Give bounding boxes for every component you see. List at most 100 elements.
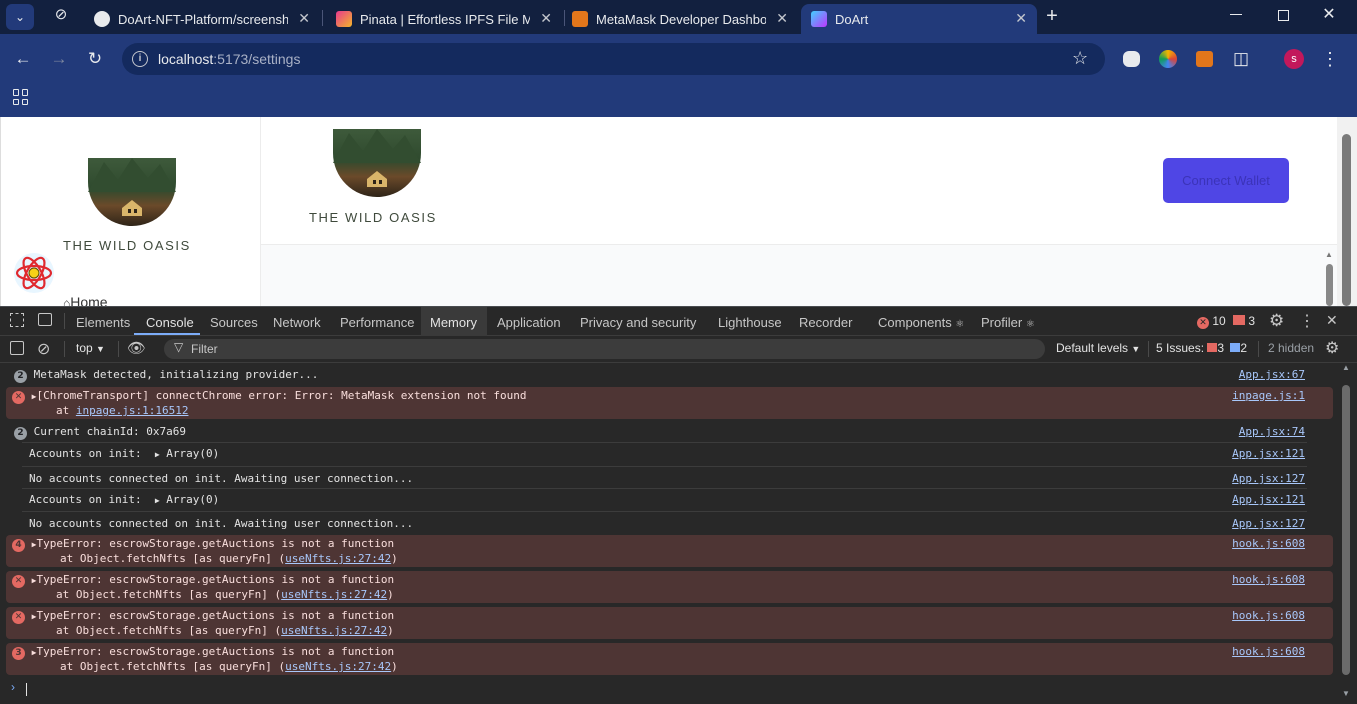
- tab-memory[interactable]: Memory: [430, 315, 477, 330]
- tab-recorder[interactable]: Recorder: [799, 315, 852, 330]
- forward-icon[interactable]: →: [49, 50, 69, 68]
- console-prompt-input[interactable]: ›: [0, 679, 1335, 699]
- close-tab-icon[interactable]: ✕: [298, 10, 310, 27]
- close-tab-icon[interactable]: ✕: [540, 10, 552, 27]
- device-toolbar-icon[interactable]: [38, 313, 52, 326]
- tab-components[interactable]: Components ⚛: [878, 315, 964, 330]
- scroll-thumb[interactable]: [1342, 134, 1351, 306]
- tab-sources[interactable]: Sources: [210, 315, 258, 330]
- console-scrollbar[interactable]: ▲ ▼: [1339, 363, 1353, 703]
- live-expression-eye-icon[interactable]: 👁: [127, 339, 146, 357]
- console-log-row[interactable]: 2 Current chainId: 0x7a69 App.jsx:74: [6, 423, 1333, 441]
- scroll-up-icon[interactable]: ▲: [1342, 363, 1350, 372]
- stack-trace-link[interactable]: useNfts.js:27:42: [281, 624, 387, 637]
- console-log-row[interactable]: No accounts connected on init. Awaiting …: [6, 515, 1333, 533]
- context-selector[interactable]: top ▼: [76, 341, 105, 355]
- console-error-row[interactable]: 3 ▶TypeError: escrowStorage.getAuctions …: [6, 643, 1333, 675]
- expand-triangle-icon[interactable]: ▶: [155, 450, 160, 459]
- inner-scrollbar[interactable]: ▲: [1322, 250, 1336, 306]
- divider: [1258, 341, 1259, 357]
- extension-colorful-icon[interactable]: [1159, 50, 1177, 68]
- settings-gear-icon[interactable]: ⚙: [1269, 311, 1284, 331]
- address-bar[interactable]: i localhost:5173/settings ☆: [122, 43, 1105, 75]
- tab-github[interactable]: DoArt-NFT-Platform/screenshot ✕: [84, 4, 320, 34]
- scroll-up-icon[interactable]: ▲: [1325, 250, 1333, 259]
- extension-discord-icon[interactable]: [1123, 51, 1140, 67]
- sync-icon[interactable]: ⊘: [52, 6, 70, 24]
- expand-triangle-icon[interactable]: ▶: [155, 496, 160, 505]
- minimize-button[interactable]: [1230, 14, 1242, 15]
- tab-pinata[interactable]: Pinata | Effortless IPFS File Mana ✕: [326, 4, 562, 34]
- scroll-down-icon[interactable]: ▼: [1342, 689, 1350, 698]
- close-tab-icon[interactable]: ✕: [776, 10, 788, 27]
- console-log-row[interactable]: No accounts connected on init. Awaiting …: [6, 470, 1333, 488]
- console-error-row[interactable]: 4 ▶TypeError: escrowStorage.getAuctions …: [6, 535, 1333, 567]
- console-filter-input[interactable]: ▽ Filter: [164, 339, 1045, 359]
- close-tab-icon[interactable]: ✕: [1015, 10, 1027, 27]
- issue-info-icon: [1230, 343, 1241, 352]
- source-link[interactable]: App.jsx:67: [1239, 368, 1305, 381]
- source-link[interactable]: App.jsx:121: [1232, 493, 1305, 506]
- row-divider: [22, 466, 1307, 467]
- console-settings-gear-icon[interactable]: ⚙: [1325, 338, 1339, 358]
- tab-privacy-security[interactable]: Privacy and security: [580, 315, 696, 330]
- console-error-row[interactable]: ✕ ▶TypeError: escrowStorage.getAuctions …: [6, 607, 1333, 639]
- error-counter[interactable]: ✕ 10 3: [1197, 314, 1255, 329]
- tab-lighthouse[interactable]: Lighthouse: [718, 315, 782, 330]
- reload-icon[interactable]: ↻: [85, 50, 105, 68]
- site-info-icon[interactable]: i: [132, 51, 148, 67]
- stack-trace-link[interactable]: useNfts.js:27:42: [285, 660, 391, 673]
- source-link[interactable]: App.jsx:121: [1232, 447, 1305, 460]
- chevron-down-icon: ⌄: [14, 10, 26, 24]
- source-link[interactable]: hook.js:608: [1232, 573, 1305, 586]
- tab-elements[interactable]: Elements: [76, 315, 130, 330]
- source-link[interactable]: hook.js:608: [1232, 645, 1305, 658]
- close-window-button[interactable]: ✕: [1320, 5, 1338, 25]
- stack-trace-link[interactable]: useNfts.js:27:42: [281, 588, 387, 601]
- stack-trace-link[interactable]: useNfts.js:27:42: [285, 552, 391, 565]
- new-tab-button[interactable]: +: [1042, 6, 1062, 26]
- log-levels-dropdown[interactable]: Default levels ▼: [1056, 341, 1140, 355]
- tab-console[interactable]: Console: [146, 315, 194, 330]
- sidebar-toggle-icon[interactable]: [10, 341, 24, 355]
- error-icon: ✕: [1197, 317, 1209, 329]
- console-error-row[interactable]: ✕ ▶TypeError: escrowStorage.getAuctions …: [6, 571, 1333, 603]
- source-link[interactable]: App.jsx:74: [1239, 425, 1305, 438]
- issues-counter[interactable]: 5 Issues: 3 2: [1156, 341, 1247, 355]
- console-log-row[interactable]: Accounts on init: ▶ Array(0) App.jsx:121: [6, 445, 1333, 465]
- connect-wallet-button[interactable]: Connect Wallet: [1163, 158, 1289, 203]
- tab-profiler[interactable]: Profiler ⚛: [981, 315, 1035, 330]
- close-devtools-icon[interactable]: ✕: [1326, 312, 1338, 329]
- tab-search-button[interactable]: ⌄: [6, 4, 34, 30]
- source-link[interactable]: hook.js:608: [1232, 609, 1305, 622]
- source-link[interactable]: App.jsx:127: [1232, 517, 1305, 530]
- profile-avatar[interactable]: s: [1284, 49, 1304, 69]
- page-scrollbar[interactable]: [1337, 117, 1357, 306]
- source-link[interactable]: App.jsx:127: [1232, 472, 1305, 485]
- back-icon[interactable]: ←: [13, 50, 33, 68]
- console-error-row[interactable]: ✕ ▶[ChromeTransport] connectChrome error…: [6, 387, 1333, 419]
- scroll-thumb[interactable]: [1326, 264, 1333, 306]
- extensions-puzzle-icon[interactable]: ◫: [1231, 49, 1251, 69]
- tab-doart[interactable]: DoArt ✕: [801, 4, 1037, 34]
- react-devtools-floating-icon[interactable]: [14, 253, 54, 293]
- clear-console-icon[interactable]: ⊘: [37, 339, 50, 359]
- bookmark-star-icon[interactable]: ☆: [1072, 48, 1088, 69]
- extension-metamask-icon[interactable]: [1196, 51, 1213, 67]
- console-log-row[interactable]: Accounts on init: ▶ Array(0) App.jsx:121: [6, 491, 1333, 511]
- maximize-button[interactable]: [1278, 10, 1289, 21]
- source-link[interactable]: hook.js:608: [1232, 537, 1305, 550]
- inspect-element-icon[interactable]: [10, 313, 24, 327]
- devtools-menu-icon[interactable]: ⋮: [1299, 311, 1315, 331]
- tab-application[interactable]: Application: [497, 315, 561, 330]
- browser-menu-icon[interactable]: ⋮: [1320, 49, 1340, 69]
- tab-network[interactable]: Network: [273, 315, 321, 330]
- tab-performance[interactable]: Performance: [340, 315, 414, 330]
- scroll-thumb[interactable]: [1342, 385, 1350, 675]
- source-link[interactable]: inpage.js:1: [1232, 389, 1305, 402]
- stack-trace-link[interactable]: inpage.js:1:16512: [76, 404, 189, 417]
- console-log-row[interactable]: 2 MetaMask detected, initializing provid…: [6, 366, 1333, 384]
- apps-grid-icon[interactable]: [13, 89, 29, 105]
- row-divider: [22, 488, 1307, 489]
- tab-metamask[interactable]: MetaMask Developer Dashboar ✕: [562, 4, 798, 34]
